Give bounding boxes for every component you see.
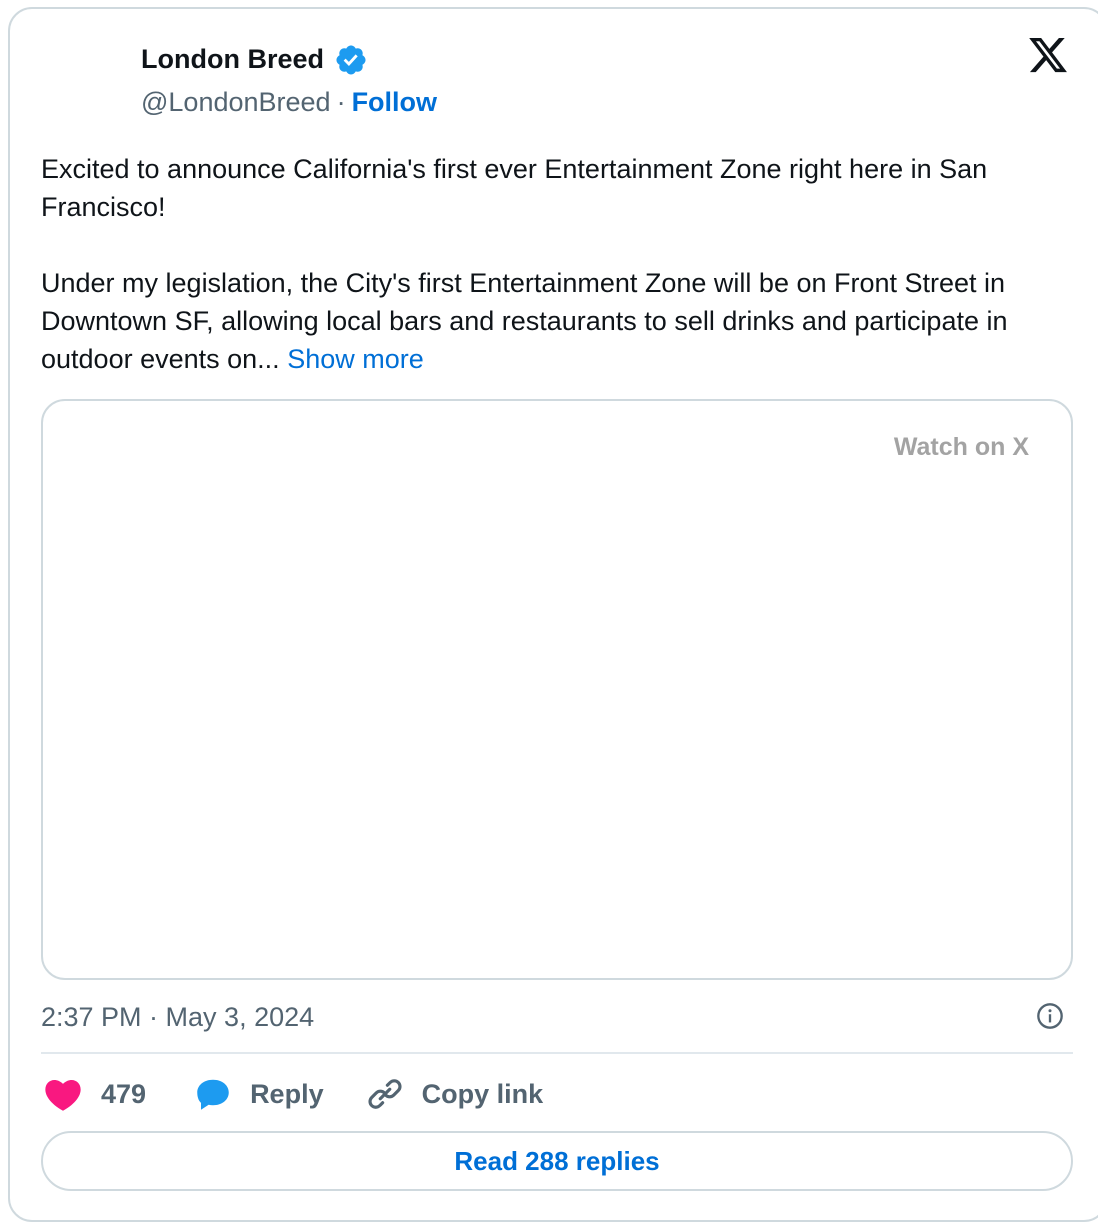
verified-badge-icon: [336, 45, 366, 75]
speech-bubble-icon: [197, 1079, 229, 1110]
follow-button[interactable]: Follow: [352, 87, 437, 117]
copy-link-button[interactable]: Copy link: [366, 1075, 544, 1113]
like-button[interactable]: 479: [44, 1076, 146, 1112]
like-count: 479: [101, 1078, 147, 1109]
tweet-paragraph-2-text: Under my legislation, the City's first E…: [41, 268, 1008, 374]
watch-on-x-link[interactable]: Watch on X: [894, 433, 1029, 462]
separator-dot: ·: [336, 87, 346, 117]
author-name[interactable]: London Breed: [141, 42, 324, 76]
tweet-paragraph-2: Under my legislation, the City's first E…: [41, 264, 1071, 378]
tweet-paragraph-1: Excited to announce California's first e…: [41, 154, 988, 222]
handle-row: @LondonBreed · Follow: [141, 85, 437, 119]
reply-button[interactable]: Reply: [194, 1076, 324, 1112]
media-player[interactable]: Watch on X: [41, 399, 1073, 980]
heart-icon: [45, 1080, 81, 1111]
author-handle[interactable]: @LondonBreed: [141, 87, 331, 117]
reply-label: Reply: [250, 1078, 324, 1109]
info-icon[interactable]: [1036, 1002, 1064, 1030]
tweet-text: Excited to announce California's first e…: [41, 150, 1071, 378]
action-bar: 479 Reply Copy link: [44, 1072, 543, 1116]
avatar[interactable]: [40, 40, 124, 124]
x-logo-icon[interactable]: [1027, 34, 1069, 76]
divider: [41, 1052, 1073, 1054]
timestamp[interactable]: 2:37 PM · May 3, 2024: [41, 1000, 314, 1034]
copy-link-label: Copy link: [421, 1078, 544, 1109]
link-icon: [368, 1079, 402, 1109]
read-replies-button[interactable]: Read 288 replies: [41, 1131, 1073, 1191]
show-more-link[interactable]: Show more: [287, 344, 424, 374]
